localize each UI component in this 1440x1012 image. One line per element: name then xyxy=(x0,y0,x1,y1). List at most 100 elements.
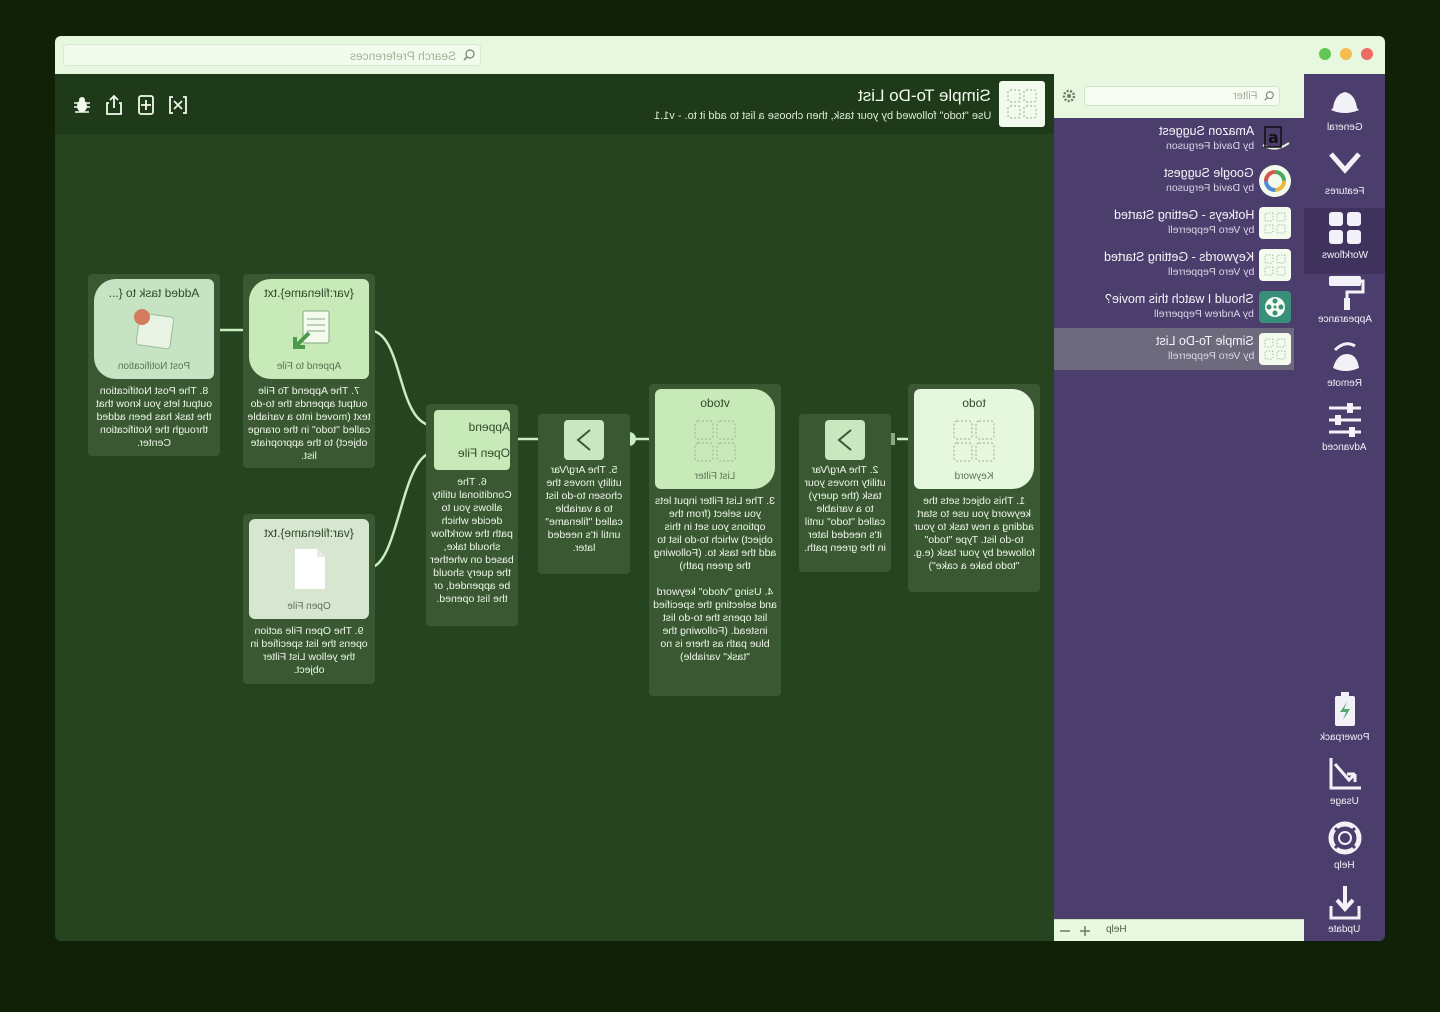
append-to-file-card[interactable]: {var:filename}.txt Append to File 7. The… xyxy=(243,274,375,468)
variables-icon[interactable] xyxy=(167,94,189,116)
workflow-item-google-suggest[interactable]: Google Suggest by David Ferguson xyxy=(1054,160,1294,202)
workflows-header: Filter xyxy=(1054,74,1304,118)
post-notification-object[interactable]: Added task to {... Post Notification xyxy=(94,279,214,379)
list-filter-label: List Filter xyxy=(694,471,736,482)
titlebar: Search Preferences xyxy=(55,36,1385,74)
workflow-grid-icon xyxy=(1259,249,1291,281)
preferences-window: Search Preferences Simple To-Do List Use… xyxy=(55,36,1385,941)
workflow-canvas[interactable]: todo Keyword 1. This object sets the key… xyxy=(55,134,1054,941)
workflow-item-movie[interactable]: Should I watch this movie? by Andrew Pep… xyxy=(1054,286,1294,328)
notification-icon xyxy=(134,309,175,350)
remote-icon xyxy=(1332,342,1359,371)
conditional-output-open-file[interactable]: Open File xyxy=(440,446,510,460)
note-7: 7. The Append To File output appends the… xyxy=(247,385,371,462)
plus-icon[interactable] xyxy=(1078,924,1092,938)
argvar-object[interactable] xyxy=(825,420,865,460)
keyword-card[interactable]: todo Keyword 1. This object sets the key… xyxy=(908,384,1040,592)
nav-workflows[interactable]: Workflows xyxy=(1304,208,1385,274)
sliders-icon xyxy=(1328,403,1361,437)
google-icon xyxy=(1259,165,1291,197)
features-chevron-icon xyxy=(1328,152,1361,174)
workflow-grid-icon xyxy=(953,420,995,462)
nav-powerpack[interactable]: Powerpack xyxy=(1304,690,1385,754)
post-notification-card[interactable]: Added task to {... Post Notification 8. … xyxy=(88,274,220,456)
amazon-icon: a xyxy=(1259,123,1291,155)
search-placeholder: Search Preferences xyxy=(349,49,456,63)
workflows-bottom-bar: Help xyxy=(1054,919,1304,941)
workflow-name: Amazon Suggest xyxy=(1158,124,1254,138)
workflow-item-amazon-suggest[interactable]: a Amazon Suggest by David Ferguson xyxy=(1054,118,1294,160)
open-file-object[interactable]: {var:filename}.txt Open File xyxy=(249,519,369,619)
nav-update[interactable]: Update xyxy=(1304,882,1385,941)
note-8: 8. The Post Notification output lets you… xyxy=(95,385,213,449)
workflow-grid-icon xyxy=(694,420,736,462)
keyword-object[interactable]: todo Keyword xyxy=(914,389,1034,489)
nav-advanced[interactable]: Advanced xyxy=(1304,400,1385,464)
bug-icon[interactable] xyxy=(71,94,93,116)
note-2: 2. The Arg/Var utility moves your task (… xyxy=(804,464,886,554)
list-filter-card[interactable]: vtodo List Filter 3. The List Filter inp… xyxy=(649,384,781,696)
workflow-item-keywords[interactable]: Keywords - Getting Started by Vero Peppe… xyxy=(1054,244,1294,286)
workflow-grid-icon xyxy=(1259,333,1291,365)
append-to-file-label: Append to File xyxy=(276,361,342,372)
close-button[interactable] xyxy=(1361,48,1373,60)
usage-chart-icon xyxy=(1329,758,1361,790)
window-controls xyxy=(1319,48,1373,60)
general-hat-icon xyxy=(1330,92,1359,113)
open-file-card[interactable]: {var:filename}.txt Open File 9. The Open… xyxy=(243,514,375,684)
note-5: 5. The Arg/Var utility moves the chosen … xyxy=(545,464,623,554)
note-1: 1. This object sets the keyword you use … xyxy=(913,495,1035,572)
add-object-icon[interactable] xyxy=(135,94,157,116)
powerpack-battery-icon xyxy=(1334,692,1355,726)
nav-general[interactable]: General xyxy=(1304,80,1385,144)
workflow-toolbar: Simple To-Do List Use "todo" followed by… xyxy=(55,74,1055,134)
argvar-card-2[interactable]: 5. The Arg/Var utility moves the chosen … xyxy=(538,414,630,574)
workflow-description: Use "todo" followed by your task, then c… xyxy=(653,110,991,122)
workflow-author: by David Ferguson xyxy=(1165,182,1254,194)
zoom-button[interactable] xyxy=(1319,48,1331,60)
film-reel-icon xyxy=(1259,291,1291,323)
workflow-author: by Vero Pepperrell xyxy=(1167,350,1254,362)
download-icon xyxy=(1329,886,1360,920)
argvar-object[interactable] xyxy=(564,420,604,460)
note-9: 9. The Open File action opens the list s… xyxy=(250,625,368,676)
workflow-name: Hotkeys - Getting Started xyxy=(1113,208,1254,222)
open-file-path: {var:filename}.txt xyxy=(264,526,354,540)
workflow-author: by Vero Pepperrell xyxy=(1167,224,1254,236)
lifebuoy-icon xyxy=(1328,821,1361,855)
conditional-card[interactable]: Append Open File 6. The Conditional util… xyxy=(426,404,518,626)
nav-remote[interactable]: Remote xyxy=(1304,336,1385,400)
conditional-output-append[interactable]: Append xyxy=(440,420,510,434)
search-icon xyxy=(462,48,476,67)
workflow-item-hotkeys[interactable]: Hotkeys - Getting Started by Vero Pepper… xyxy=(1054,202,1294,244)
workflow-item-simple-todo[interactable]: Simple To-Do List by Vero Pepperrell xyxy=(1054,328,1294,370)
minimize-button[interactable] xyxy=(1340,48,1352,60)
workflow-author: by Vero Pepperrell xyxy=(1167,266,1254,278)
append-to-file-path: {var:filename}.txt xyxy=(264,286,354,300)
workflow-author: by David Ferguson xyxy=(1165,140,1254,152)
workflow-author: by Andrew Pepperrell xyxy=(1154,308,1254,320)
nav-usage[interactable]: Usage xyxy=(1304,754,1385,818)
workflow-filter-input[interactable]: Filter xyxy=(1084,86,1280,106)
blank-document-icon xyxy=(295,549,325,589)
help-button[interactable]: Help xyxy=(1106,924,1127,935)
minus-icon[interactable] xyxy=(1058,924,1072,938)
nav-features[interactable]: Features xyxy=(1304,144,1385,208)
workflows-sidebar: Filter a Amazon Suggest by David Ferguso… xyxy=(1054,74,1304,941)
nav-help[interactable]: Help xyxy=(1304,818,1385,882)
append-to-file-object[interactable]: {var:filename}.txt Append to File xyxy=(249,279,369,379)
list-filter-object[interactable]: vtodo List Filter xyxy=(655,389,775,489)
workflow-grid-icon[interactable] xyxy=(999,81,1045,127)
gear-icon[interactable] xyxy=(1061,88,1077,104)
append-document-icon xyxy=(293,310,330,349)
post-notification-text: Added task to {... xyxy=(108,286,200,300)
chevron-left-icon xyxy=(576,429,591,451)
svg-text:a: a xyxy=(1268,128,1279,147)
conditional-object[interactable]: Append Open File xyxy=(434,410,510,470)
post-notification-label: Post Notification xyxy=(117,361,191,372)
share-icon[interactable] xyxy=(103,94,125,116)
nav-appearance[interactable]: Appearance xyxy=(1304,272,1385,336)
argvar-card-1[interactable]: 2. The Arg/Var utility moves your task (… xyxy=(799,414,891,572)
open-file-label: Open File xyxy=(287,601,331,612)
search-preferences-input[interactable]: Search Preferences xyxy=(63,44,481,66)
